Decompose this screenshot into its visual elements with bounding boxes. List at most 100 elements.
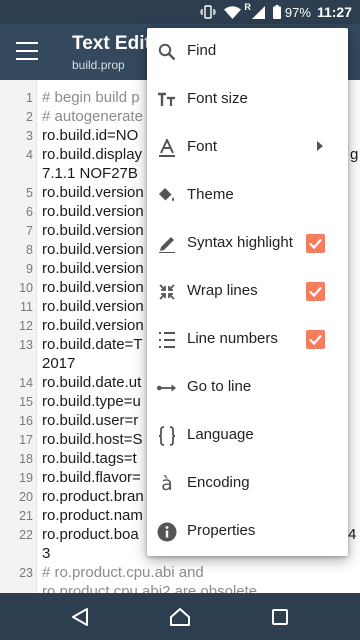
line-number: 2 <box>26 110 33 124</box>
go-to-line-icon <box>157 378 177 398</box>
line-number: 12 <box>19 319 33 333</box>
line-text-wrapped: 7.1.1 NOF27B <box>42 165 138 182</box>
line-number: 20 <box>19 490 33 504</box>
line-number: 21 <box>19 509 33 523</box>
hamburger-icon[interactable] <box>16 42 38 60</box>
recents-icon[interactable] <box>266 603 294 631</box>
line-text-wrapped: 3 <box>42 545 51 562</box>
signal-icon <box>251 5 265 19</box>
line-number: 15 <box>19 395 33 409</box>
line-text: ro.build.user=r <box>42 412 139 429</box>
menu-item-font[interactable]: Font <box>147 124 348 172</box>
line-number: 7 <box>26 224 33 238</box>
submenu-arrow-icon <box>317 141 323 151</box>
menu-item-label: Encoding <box>187 474 250 491</box>
line-text-wrapped: ro.product.cpu.abi2 are obsolete <box>42 583 258 593</box>
battery-percent: 97% <box>284 4 311 20</box>
menu-item-encoding[interactable]: à Encoding <box>147 460 348 508</box>
line-text: ro.build.version <box>42 298 144 315</box>
menu-item-line-numbers[interactable]: Line numbers <box>147 316 348 364</box>
line-number: 22 <box>19 528 33 542</box>
line-number: 17 <box>19 433 33 447</box>
paint-bucket-icon <box>157 186 177 206</box>
line-number: 1 <box>26 91 33 105</box>
line-number: 3 <box>26 129 33 143</box>
line-text: ro.build.version <box>42 222 144 239</box>
menu-item-go-to-line[interactable]: Go to line <box>147 364 348 412</box>
back-icon[interactable] <box>66 603 94 631</box>
font-size-icon <box>157 90 177 110</box>
line-number: 10 <box>19 281 33 295</box>
menu-item-label: Font <box>187 138 218 155</box>
menu-item-label: Language <box>187 426 254 443</box>
battery-icon <box>272 5 281 19</box>
status-bar: R 97% 11:27 <box>0 0 360 24</box>
info-icon <box>157 522 177 542</box>
line-number: 6 <box>26 205 33 219</box>
line-text: ro.build.version <box>42 184 144 201</box>
wrap-lines-icon <box>157 282 177 302</box>
line-text: ro.build.date=T <box>42 336 143 353</box>
line-text: ro.build.id=NO <box>42 127 139 144</box>
line-text: ro.product.bran <box>42 488 144 505</box>
line-number: 9 <box>26 262 33 276</box>
menu-item-label: Font size <box>187 90 248 107</box>
line-text: ro.build.display <box>42 146 143 163</box>
menu-item-label: Syntax highlight <box>187 234 293 251</box>
line-number: 4 <box>26 148 33 162</box>
line-text: ro.build.version <box>42 317 144 334</box>
menu-item-label: Go to line <box>187 378 252 395</box>
menu-item-label: Properties <box>187 522 256 539</box>
line-number: 16 <box>19 414 33 428</box>
overflow-menu: Find Font size Font Theme Syntax highlig… <box>147 28 348 556</box>
line-text: # autogenerate <box>42 108 143 125</box>
menu-item-label: Wrap lines <box>187 282 258 299</box>
encoding-icon: à <box>161 473 173 495</box>
menu-item-language[interactable]: Language <box>147 412 348 460</box>
vibrate-icon <box>200 5 217 19</box>
line-text: ro.build.version <box>42 279 144 296</box>
file-name: build.prop <box>72 58 125 72</box>
menu-item-label: Line numbers <box>187 330 278 347</box>
wifi-icon <box>224 5 242 19</box>
line-text: ro.product.nam <box>42 507 143 524</box>
line-numbers-icon <box>157 330 177 350</box>
line-number: 23 <box>19 566 33 580</box>
menu-item-find[interactable]: Find <box>147 28 348 76</box>
line-text: ro.build.type=u <box>42 393 141 410</box>
line-text: # begin build p <box>42 89 140 106</box>
line-text-wrapped: 2017 <box>42 355 76 372</box>
network-type-label: R <box>244 2 251 12</box>
line-text: ro.product.boa <box>42 526 139 543</box>
home-icon[interactable] <box>166 603 194 631</box>
braces-icon <box>157 426 177 446</box>
menu-item-label: Theme <box>187 186 234 203</box>
line-text: ro.build.version <box>42 203 144 220</box>
line-text: ro.build.version <box>42 241 144 258</box>
line-text: ro.build.date.ut <box>42 374 142 391</box>
line-number: 5 <box>26 186 33 200</box>
app-title: Text Edit <box>72 33 151 54</box>
menu-item-font-size[interactable]: Font size <box>147 76 348 124</box>
line-numbers-checkbox[interactable] <box>306 330 325 349</box>
line-text-overflow: g <box>350 146 359 163</box>
line-text: ro.build.version <box>42 260 144 277</box>
line-number: 8 <box>26 243 33 257</box>
menu-item-label: Find <box>187 42 217 59</box>
wrap-lines-checkbox[interactable] <box>306 282 325 301</box>
syntax-highlight-checkbox[interactable] <box>306 234 325 253</box>
line-number: 19 <box>19 471 33 485</box>
navigation-bar <box>0 593 360 640</box>
pencil-icon <box>157 234 177 254</box>
menu-item-syntax-highlight[interactable]: Syntax highlight <box>147 220 348 268</box>
font-icon <box>157 138 177 158</box>
clock: 11:27 <box>316 4 352 20</box>
menu-item-theme[interactable]: Theme <box>147 172 348 220</box>
line-number: 18 <box>19 452 33 466</box>
menu-item-wrap-lines[interactable]: Wrap lines <box>147 268 348 316</box>
line-text: ro.build.flavor= <box>42 469 141 486</box>
menu-item-properties[interactable]: Properties <box>147 508 348 556</box>
line-text: ro.build.tags=t <box>42 450 137 467</box>
search-icon <box>157 42 177 62</box>
line-text-overflow: 4 <box>348 526 357 543</box>
